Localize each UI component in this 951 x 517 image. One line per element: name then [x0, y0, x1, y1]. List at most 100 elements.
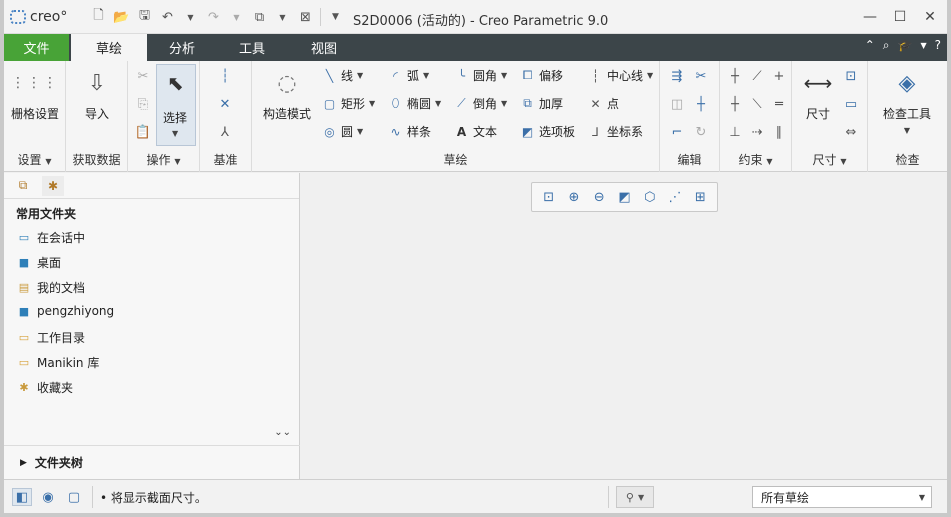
- open-folder-icon[interactable]: 📂: [113, 9, 130, 26]
- refit-icon[interactable]: ⊡: [540, 188, 558, 206]
- ellipse-icon: ⬯: [391, 96, 400, 110]
- undo-dropdown-icon[interactable]: ▼: [182, 9, 199, 26]
- undo-icon[interactable]: ↶: [159, 9, 176, 26]
- folder-item-working-directory[interactable]: ▭ 工作目录: [16, 329, 85, 346]
- group-settings-label[interactable]: 设置 ▼: [4, 151, 65, 168]
- inspect-tools-button[interactable]: ◈ 检查工具 ▼: [874, 67, 940, 136]
- folder-item-in-session[interactable]: ▭ 在会话中: [16, 229, 85, 246]
- delete-segment-icon[interactable]: ✂: [692, 67, 710, 85]
- tab-file[interactable]: 文件: [4, 34, 69, 61]
- symmetric-constraint-icon[interactable]: ⇢: [748, 123, 766, 141]
- folder-browser-tab-icon[interactable]: ✱: [42, 175, 64, 196]
- folder-item-favorites[interactable]: ✱ 收藏夹: [16, 379, 73, 396]
- import-button[interactable]: ⇩ 导入: [74, 67, 120, 122]
- fillet-button[interactable]: ╰ 圆角 ▼: [454, 67, 507, 84]
- folder-tree-toggle[interactable]: ▶ 文件夹树: [4, 445, 300, 479]
- redo-icon[interactable]: ↷: [205, 9, 222, 26]
- expand-chevron-icon[interactable]: ⌄⌄: [274, 427, 291, 438]
- text-button[interactable]: A 文本: [454, 123, 497, 140]
- group-operations-label[interactable]: 操作 ▼: [128, 151, 199, 168]
- close-window-icon[interactable]: ⊠: [297, 9, 314, 26]
- folder-item-user[interactable]: ■ pengzhiyong: [16, 304, 114, 318]
- corner-icon[interactable]: ⌐: [668, 123, 686, 141]
- coordsys-label: 坐标系: [607, 125, 644, 139]
- customize-qat-icon[interactable]: ▼: [327, 9, 344, 26]
- horizontal-constraint-icon[interactable]: ┼: [726, 95, 744, 113]
- folder-item-my-documents[interactable]: ▤ 我的文档: [16, 279, 85, 296]
- chevron-down-icon[interactable]: ▼: [920, 41, 926, 53]
- copy-icon[interactable]: ⎘: [134, 95, 152, 113]
- regenerate-dropdown-icon[interactable]: ▼: [274, 9, 291, 26]
- vertical-constraint-icon[interactable]: ┼: [726, 67, 744, 85]
- zoom-out-icon[interactable]: ⊖: [590, 188, 608, 206]
- model-tree-tab-icon[interactable]: ⧉: [12, 176, 34, 196]
- midpoint-constraint-icon[interactable]: +: [770, 67, 788, 85]
- coincident-constraint-icon[interactable]: ⟍: [748, 95, 766, 113]
- parallel-constraint-icon[interactable]: ∥: [770, 123, 788, 141]
- chamfer-button[interactable]: ⟋ 倒角 ▼: [454, 95, 507, 112]
- tab-view[interactable]: 视图: [289, 34, 359, 61]
- fullscreen-icon[interactable]: ▢: [64, 488, 84, 506]
- sketcher-display-icon[interactable]: ⊞: [691, 188, 709, 206]
- paste-icon[interactable]: 📋: [134, 123, 152, 141]
- construction-mode-button[interactable]: ◌ 构造模式: [258, 67, 316, 122]
- new-file-icon[interactable]: 🗋: [90, 8, 107, 26]
- line-button[interactable]: ╲ 线 ▼: [322, 67, 363, 84]
- zoom-in-icon[interactable]: ⊕: [565, 188, 583, 206]
- group-constrain-label[interactable]: 约束 ▼: [720, 151, 791, 168]
- rectangle-button[interactable]: ▢ 矩形 ▼: [322, 95, 375, 112]
- dimension-button[interactable]: ⟷ 尺寸: [798, 67, 838, 122]
- folder-item-desktop[interactable]: ■ 桌面: [16, 254, 61, 271]
- search-icon[interactable]: ⌕: [883, 38, 890, 53]
- equal-constraint-icon[interactable]: ═: [770, 95, 788, 113]
- rotate-resize-icon[interactable]: ↻: [692, 123, 710, 141]
- collapse-ribbon-icon[interactable]: ⌃: [865, 38, 875, 53]
- find-filter-button[interactable]: ⚲ ▼: [616, 486, 654, 508]
- offset-button[interactable]: ⧠ 偏移: [520, 67, 563, 84]
- selection-filter-dropdown[interactable]: 所有草绘 ▼: [752, 486, 932, 508]
- maximize-icon[interactable]: ☐: [885, 6, 915, 28]
- coordinate-system-icon[interactable]: ⅄: [216, 123, 234, 141]
- point-button[interactable]: ✕ 点: [588, 95, 619, 112]
- repaint-icon[interactable]: ◩: [615, 188, 633, 206]
- help-icon[interactable]: ?: [935, 38, 941, 53]
- grid-settings-label: 栅格设置: [10, 107, 59, 121]
- circle-button[interactable]: ◎ 圆 ▼: [322, 123, 363, 140]
- tab-analysis[interactable]: 分析: [147, 34, 217, 61]
- tab-tools[interactable]: 工具: [217, 34, 287, 61]
- mirror-icon[interactable]: ◫: [668, 95, 686, 113]
- graduation-cap-icon[interactable]: 🎓: [898, 38, 913, 53]
- grid-settings-button[interactable]: ⋮⋮⋮ 栅格设置: [10, 67, 60, 122]
- divide-icon[interactable]: ┼: [692, 95, 710, 113]
- close-icon[interactable]: ✕: [915, 6, 945, 28]
- palette-button[interactable]: ◩ 选项板: [520, 123, 575, 140]
- tab-sketch[interactable]: 草绘: [71, 34, 147, 61]
- thicken-button[interactable]: ⧉ 加厚: [520, 95, 563, 112]
- folder-item-manikin-library[interactable]: ▭ Manikin 库: [16, 354, 100, 371]
- tangent-constraint-icon[interactable]: ⟋: [748, 67, 766, 85]
- point-datum-icon[interactable]: ✕: [216, 95, 234, 113]
- ellipse-button[interactable]: ⬯ 椭圆 ▼: [388, 95, 441, 112]
- centerline-datum-icon[interactable]: ┆: [216, 67, 234, 85]
- display-style-icon[interactable]: ⬡: [641, 188, 659, 206]
- baseline-icon[interactable]: ⊡: [842, 67, 860, 85]
- cut-icon[interactable]: ✂: [134, 67, 152, 85]
- spline-button[interactable]: ∿ 样条: [388, 123, 431, 140]
- save-icon[interactable]: 🖫: [136, 8, 153, 26]
- minimize-icon[interactable]: —: [855, 6, 885, 28]
- arc-button[interactable]: ◜ 弧 ▼: [388, 67, 429, 84]
- navigator-toggle-icon[interactable]: ◧: [12, 488, 32, 506]
- redo-dropdown-icon[interactable]: ▼: [228, 9, 245, 26]
- modify-icon[interactable]: ⇶: [668, 67, 686, 85]
- perpendicular-constraint-icon[interactable]: ⊥: [726, 123, 744, 141]
- graphics-area[interactable]: ⊡ ⊕ ⊖ ◩ ⬡ ⋰ ⊞: [301, 173, 947, 479]
- regenerate-icon[interactable]: ⧉: [251, 9, 268, 26]
- coordsys-button[interactable]: ⅃ 坐标系: [588, 123, 643, 140]
- perimeter-icon[interactable]: ▭: [842, 95, 860, 113]
- browser-toggle-icon[interactable]: ◉: [38, 488, 58, 506]
- reference-dimension-icon[interactable]: ⇔: [842, 123, 860, 141]
- datum-display-icon[interactable]: ⋰: [666, 188, 684, 206]
- centerline-button[interactable]: ┆ 中心线 ▼: [588, 67, 653, 84]
- group-dimension-label[interactable]: 尺寸 ▼: [792, 151, 867, 168]
- select-button[interactable]: ⬉ 选择 ▼: [156, 64, 196, 146]
